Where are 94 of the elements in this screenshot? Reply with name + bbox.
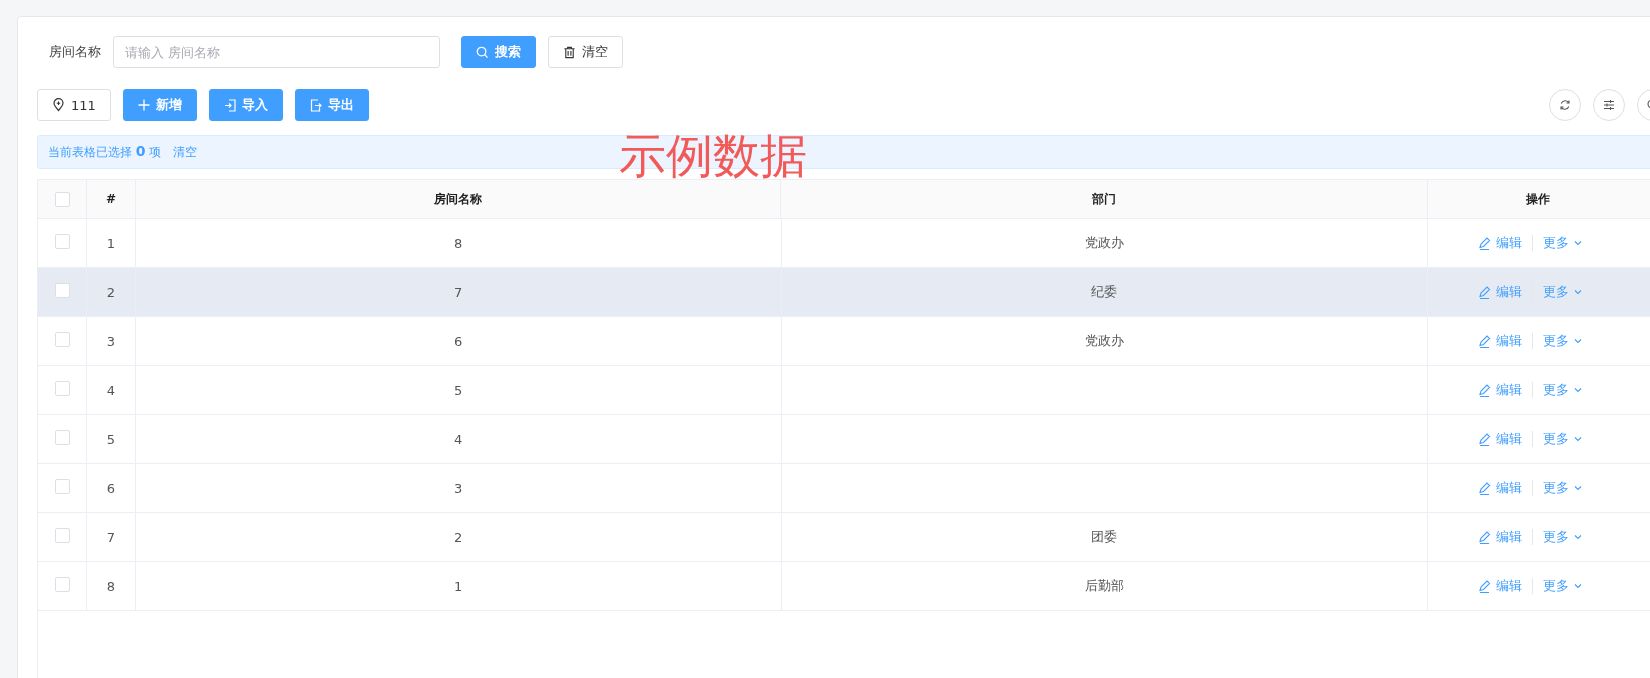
more-dropdown[interactable]: 更多 [1543,430,1583,448]
table-cell: 6 [453,333,463,349]
trash-icon [563,45,576,59]
pencil-icon [1478,334,1492,348]
pencil-icon [1478,236,1492,250]
plus-icon [137,99,150,111]
pencil-icon [1478,432,1492,446]
column-header: 房间名称 [433,190,482,208]
search-icon [476,45,489,59]
table-cell: 2 [453,529,463,545]
row-checkbox[interactable] [54,234,70,249]
row-checkbox[interactable] [54,381,70,396]
chevron-down-icon [1574,338,1583,344]
export-icon [309,98,322,112]
row-number: 4 [106,382,116,398]
edit-link[interactable]: 编辑 [1478,283,1523,301]
table-row[interactable]: 8 1 后勤部 编辑 更多 [38,562,1650,611]
edit-link[interactable]: 编辑 [1478,577,1523,595]
row-checkbox[interactable] [54,479,70,494]
chevron-down-icon [1574,534,1583,540]
clear-selection-link[interactable]: 清空 [173,143,198,161]
table-row[interactable]: 4 5 编辑 更多 [38,366,1650,415]
edit-link[interactable]: 编辑 [1478,234,1523,252]
row-number: 8 [106,578,116,594]
table-row[interactable]: 6 3 编辑 更多 [38,464,1650,513]
refresh-button[interactable] [1549,89,1581,121]
select-all-checkbox[interactable] [54,191,70,207]
edit-link[interactable]: 编辑 [1478,430,1523,448]
table-cell: 8 [453,235,463,251]
column-header: # [105,192,116,206]
chevron-down-icon [1574,485,1583,491]
selection-count-text: 当前表格已选择 0 项 [48,143,162,161]
row-checkbox[interactable] [54,332,70,347]
edit-link[interactable]: 编辑 [1478,528,1523,546]
import-icon [223,98,236,112]
more-dropdown[interactable]: 更多 [1543,479,1583,497]
row-number: 1 [106,235,116,251]
sliders-icon [1603,99,1615,111]
column-header: 操作 [1525,190,1550,208]
table-cell: 党政办 [1084,332,1124,350]
table-cell: 团委 [1091,528,1118,546]
refresh-icon [1559,99,1571,111]
more-dropdown[interactable]: 更多 [1543,283,1583,301]
chevron-down-icon [1574,240,1583,246]
chevron-down-icon [1574,387,1583,393]
pencil-icon [1478,383,1492,397]
row-number: 2 [106,284,116,300]
room-name-field[interactable]: 请输入 房间名称 [113,36,440,68]
table-cell: 5 [453,382,463,398]
table-cell: 后勤部 [1084,577,1124,595]
row-number: 5 [106,431,116,447]
edit-link[interactable]: 编辑 [1478,381,1523,399]
location-pin-icon [52,98,65,112]
more-dropdown[interactable]: 更多 [1543,528,1583,546]
export-button[interactable]: 导出 [294,89,369,121]
table-cell: 1 [453,578,463,594]
field-label: 房间名称 [49,43,101,61]
sample-data-label: 示例数据 [619,127,807,185]
edit-link[interactable]: 编辑 [1478,332,1523,350]
row-checkbox[interactable] [54,528,70,543]
table-row[interactable]: 7 2 团委 编辑 更多 [38,513,1650,562]
pencil-icon [1478,481,1492,495]
more-dropdown[interactable]: 更多 [1543,234,1583,252]
pin-button[interactable]: 111 [37,89,111,121]
table-cell: 党政办 [1084,234,1124,252]
row-checkbox[interactable] [54,430,70,445]
table-row[interactable]: 5 4 编辑 更多 [38,415,1650,464]
table-cell: 7 [453,284,463,300]
row-number: 6 [106,480,116,496]
edit-link[interactable]: 编辑 [1478,479,1523,497]
chevron-down-icon [1574,289,1583,295]
pencil-icon [1478,530,1492,544]
more-dropdown[interactable]: 更多 [1543,577,1583,595]
table-row[interactable]: 2 7 纪委 编辑 更多 [38,268,1650,317]
row-checkbox[interactable] [54,283,70,298]
column-settings-button[interactable] [1593,89,1625,121]
table-cell: 纪委 [1091,283,1118,301]
import-button[interactable]: 导入 [208,89,283,121]
column-header: 部门 [1092,190,1116,208]
more-dropdown[interactable]: 更多 [1543,381,1583,399]
pencil-icon [1478,579,1492,593]
search-button[interactable]: 搜索 [461,36,536,68]
table-row[interactable]: 3 6 党政办 编辑 更多 [38,317,1650,366]
row-checkbox[interactable] [54,577,70,592]
row-number: 3 [106,333,116,349]
clear-button[interactable]: 清空 [548,36,623,68]
chevron-down-icon [1574,583,1583,589]
table-cell: 3 [453,480,463,496]
add-button[interactable]: 新增 [122,89,197,121]
more-dropdown[interactable]: 更多 [1543,332,1583,350]
row-number: 7 [106,529,116,545]
pencil-icon [1478,285,1492,299]
chevron-down-icon [1574,436,1583,442]
table-cell: 4 [453,431,463,447]
